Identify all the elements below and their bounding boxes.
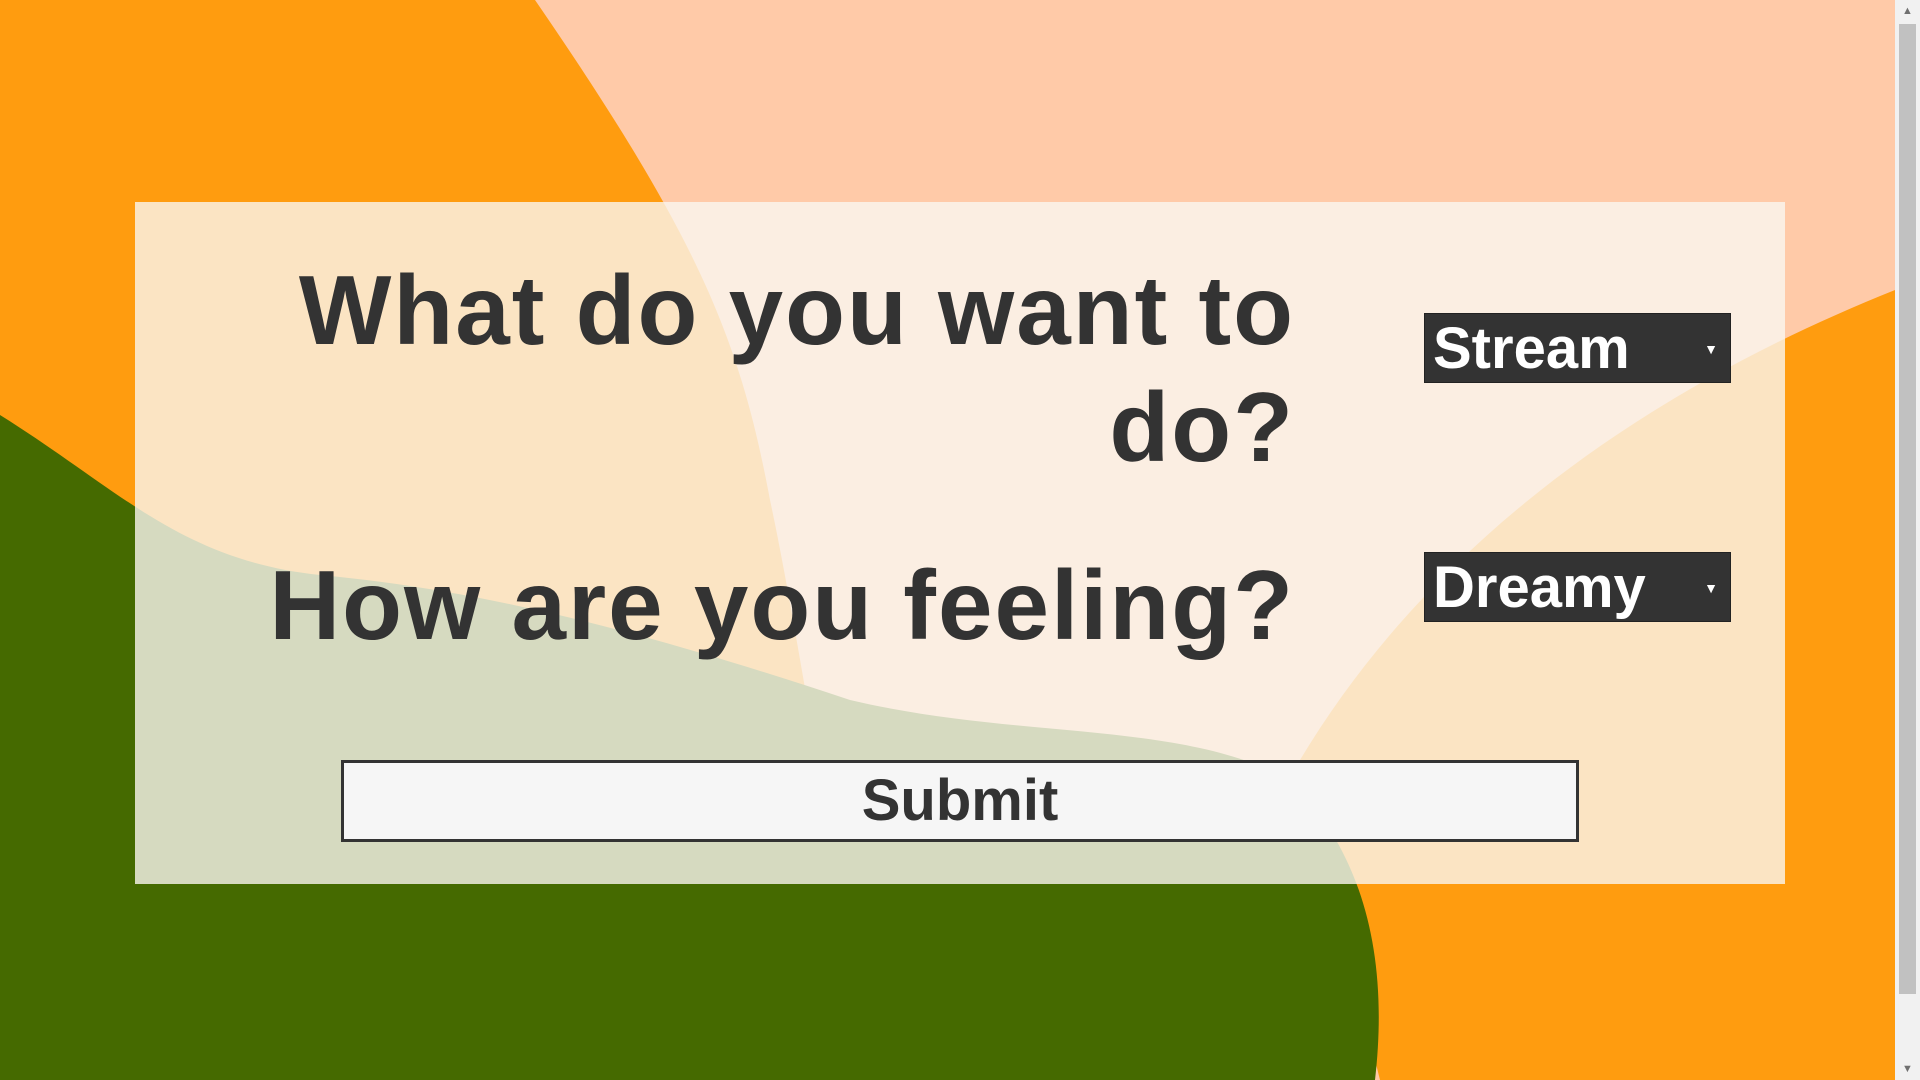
page: What do you want to do? Stream ▼ How are… [0,0,1895,1080]
arrow-down-icon[interactable]: ▼ [1895,1058,1920,1080]
form-card: What do you want to do? Stream ▼ How are… [135,202,1785,884]
mood-select-value: Dreamy [1433,555,1646,620]
mood-select[interactable]: Dreamy ▼ [1424,552,1731,622]
scrollbar-thumb[interactable] [1899,24,1916,994]
chevron-down-icon: ▼ [1704,341,1718,357]
activity-question: What do you want to do? [298,255,1295,482]
activity-select[interactable]: Stream ▼ [1424,313,1731,383]
chevron-down-icon: ▼ [1704,580,1718,596]
mood-question: How are you feeling? [269,550,1295,660]
submit-button[interactable]: Submit [341,760,1579,842]
arrow-up-icon[interactable]: ▲ [1895,0,1920,22]
activity-select-value: Stream [1433,316,1630,381]
vertical-scrollbar[interactable]: ▲ ▼ [1895,0,1920,1080]
